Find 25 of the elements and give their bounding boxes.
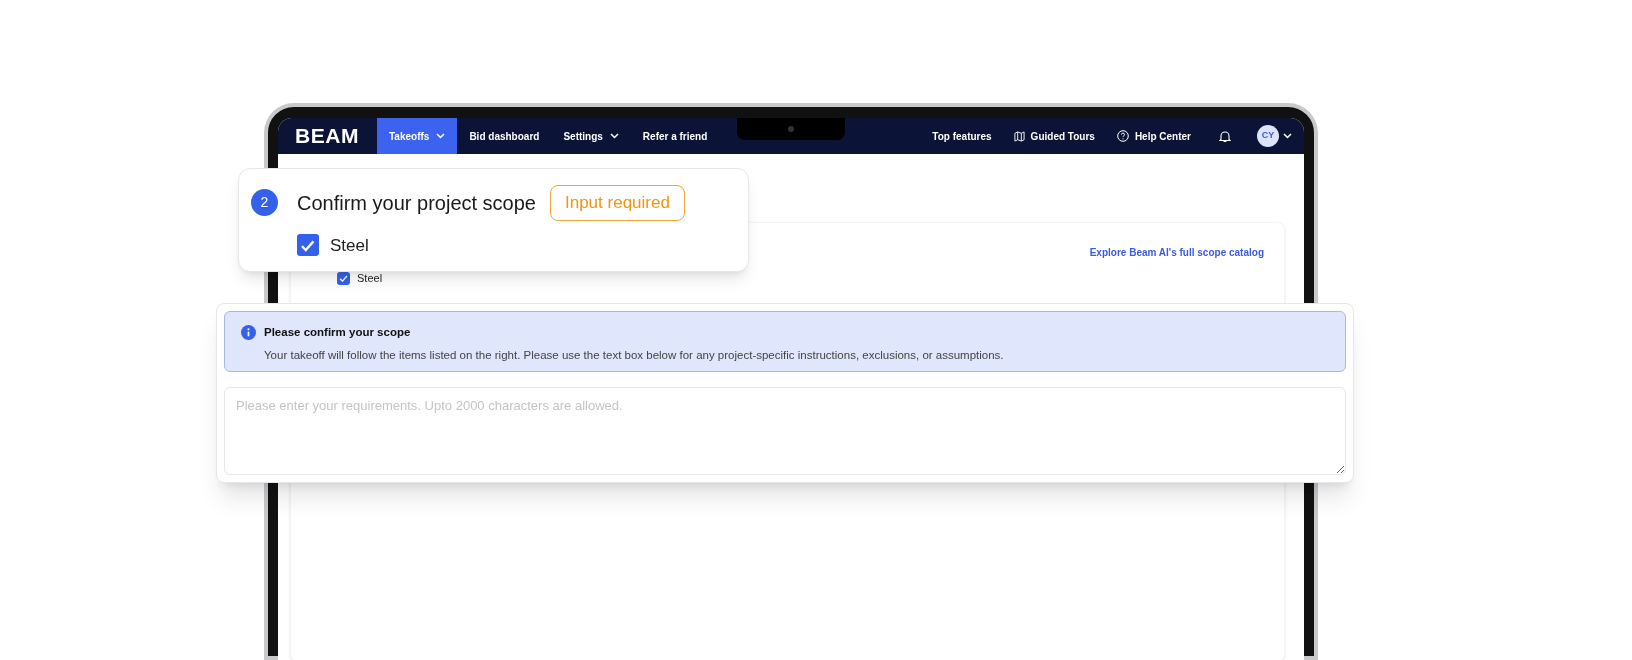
map-icon xyxy=(1013,130,1025,142)
step-title: Confirm your project scope xyxy=(297,190,536,216)
nav-tab[interactable]: Bid dashboard xyxy=(457,118,552,154)
info-icon xyxy=(241,325,256,340)
bell-icon[interactable] xyxy=(1219,129,1231,143)
notice-text: Your takeoff will follow the items listed on the right. Please use the text box below for any project-specific instructions, exclusions, or assumptions. xyxy=(264,348,1004,364)
nav-tab[interactable]: Takeoffs xyxy=(377,118,458,154)
logo[interactable]: BEAM xyxy=(295,120,377,152)
notice-title: Please confirm your scope xyxy=(264,325,412,340)
nav-link[interactable]: Help Center xyxy=(1116,128,1191,144)
nav-link[interactable]: Guided Tours xyxy=(1013,128,1095,144)
checkbox[interactable] xyxy=(297,234,319,257)
nav-link[interactable]: Top features xyxy=(932,128,992,144)
nav-tab[interactable]: Refer a friend xyxy=(630,118,720,154)
caret-icon xyxy=(1283,133,1292,139)
nav-tab[interactable]: Settings xyxy=(551,118,631,154)
step-number: 2 xyxy=(251,189,278,217)
scope-item-label: Steel xyxy=(330,234,369,257)
scope-item-label: Steel xyxy=(357,271,383,286)
user-avatar[interactable]: CY xyxy=(1257,125,1279,147)
status-badge: Input required xyxy=(550,185,685,221)
requirements-field[interactable]: Please enter your requirements. Upto 2000 characters are allowed. xyxy=(224,387,1346,475)
scope-catalog-link[interactable]: Explore Beam AI's full scope catalog xyxy=(1089,245,1264,260)
help-icon xyxy=(1116,130,1129,142)
check-icon xyxy=(338,273,349,283)
